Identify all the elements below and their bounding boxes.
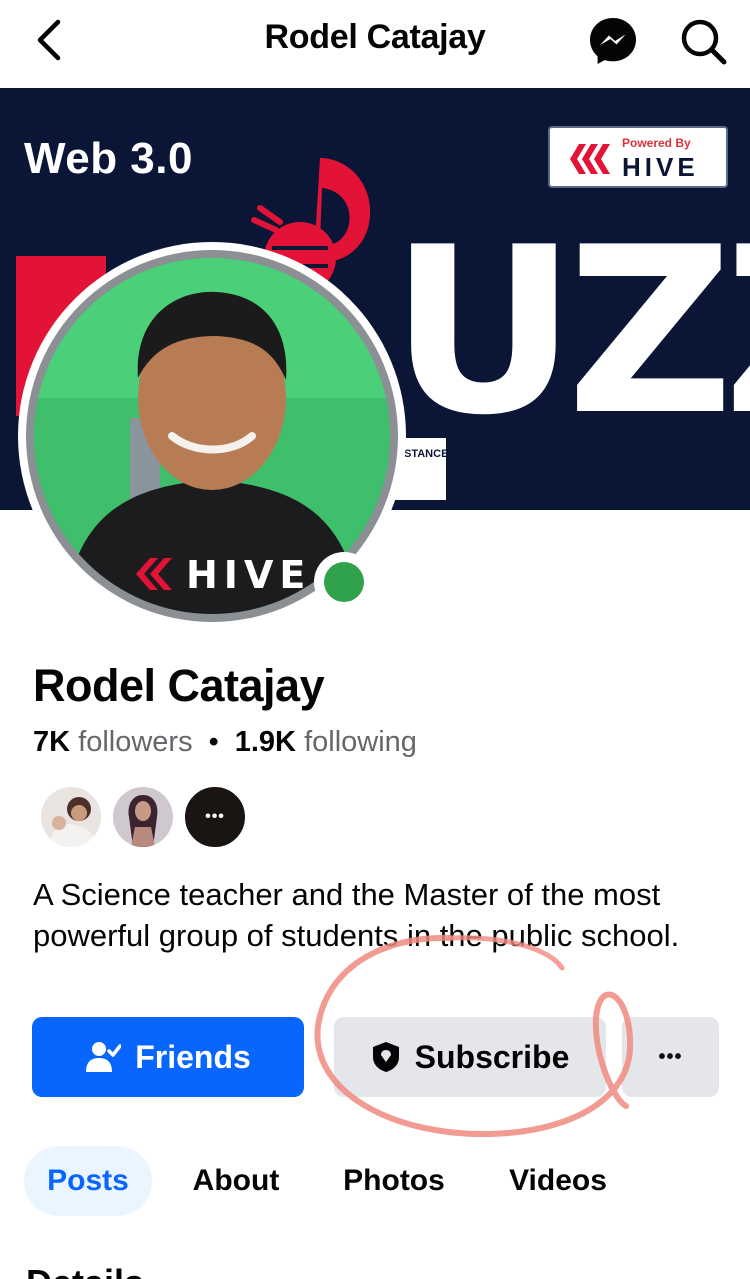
badge-powered-text: Powered By bbox=[622, 136, 691, 150]
mutual-avatar-image bbox=[41, 787, 101, 847]
cover-sticker-text: STANCE bbox=[404, 448, 449, 460]
search-icon bbox=[681, 19, 727, 65]
avatar-shirt-text: HIVE bbox=[186, 553, 311, 597]
friends-button[interactable]: Friends bbox=[32, 1017, 304, 1097]
more-options-icon: ••• bbox=[658, 1045, 683, 1068]
mutual-avatar[interactable] bbox=[110, 784, 176, 850]
followers-count: 7K bbox=[33, 726, 71, 758]
stats-separator: • bbox=[208, 726, 219, 758]
top-bar: Rodel Catajay bbox=[0, 0, 750, 88]
tab-posts[interactable]: Posts bbox=[24, 1146, 152, 1216]
friends-button-label: Friends bbox=[135, 1038, 251, 1075]
following-link[interactable]: 1.9K following bbox=[235, 726, 417, 758]
tab-about[interactable]: About bbox=[174, 1146, 298, 1216]
following-count: 1.9K bbox=[234, 726, 296, 758]
more-mutuals-button[interactable]: ••• bbox=[182, 784, 248, 850]
powered-by-hive-badge: Powered By HIVE bbox=[548, 126, 728, 188]
subscribe-shield-icon bbox=[371, 1040, 401, 1074]
tab-videos[interactable]: Videos bbox=[490, 1146, 626, 1216]
followers-label: followers bbox=[78, 726, 193, 758]
search-button[interactable] bbox=[676, 14, 730, 68]
cover-headline: Web 3.0 bbox=[24, 134, 193, 183]
profile-bio: A Science teacher and the Master of the … bbox=[33, 877, 680, 953]
cover-big-text: UZZ bbox=[390, 199, 750, 466]
online-status-indicator bbox=[314, 552, 374, 612]
tab-photos[interactable]: Photos bbox=[326, 1146, 462, 1216]
badge-brand-text: HIVE bbox=[622, 152, 699, 182]
more-options-button[interactable]: ••• bbox=[622, 1017, 719, 1097]
following-label: following bbox=[304, 726, 417, 758]
messenger-icon bbox=[590, 18, 636, 64]
messenger-button[interactable] bbox=[586, 14, 640, 68]
subscribe-button-label: Subscribe bbox=[414, 1038, 570, 1075]
followers-link[interactable]: 7K followers bbox=[33, 726, 193, 758]
mutual-avatar-image bbox=[113, 787, 173, 847]
subscribe-button[interactable]: Subscribe bbox=[334, 1017, 606, 1097]
hive-logo-icon bbox=[570, 144, 610, 174]
profile-name: Rodel Catajay bbox=[33, 660, 325, 711]
friends-check-icon bbox=[85, 1040, 122, 1074]
more-mutuals-icon: ••• bbox=[205, 808, 225, 825]
follow-stats: 7K followers • 1.9K following bbox=[33, 726, 417, 759]
details-section-heading: Details bbox=[26, 1262, 144, 1279]
mutual-avatar[interactable] bbox=[38, 784, 104, 850]
